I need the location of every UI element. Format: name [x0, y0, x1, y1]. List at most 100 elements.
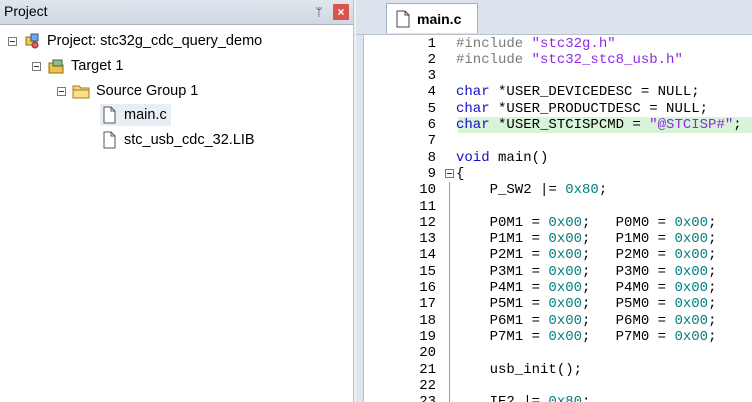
code-token: P2M1 = — [456, 247, 549, 264]
line-number: 22 — [419, 377, 436, 394]
tree-item-label: Target 1 — [71, 58, 124, 74]
pin-icon[interactable]: ᛘ — [311, 4, 327, 20]
keyword-token: char — [456, 100, 490, 117]
line-number: 3 — [427, 68, 436, 85]
tree-item-label: main.c — [124, 107, 167, 123]
project-pane-header: Project ᛘ × — [0, 0, 353, 25]
code-token: main() — [489, 149, 549, 166]
number-token: 0x00 — [674, 247, 709, 264]
tree-item-label: stc_usb_cdc_32.LIB — [124, 132, 255, 148]
number-token: 0x00 — [548, 280, 583, 296]
code-editor[interactable]: 1234567891011121314151617181920212223 #i… — [363, 35, 752, 402]
code-token: P_SW2 |= — [456, 182, 566, 199]
tree-item-target[interactable]: Target 1 — [32, 55, 123, 77]
line-number: 1 — [427, 35, 436, 52]
target-icon — [48, 59, 64, 74]
folder-icon — [72, 85, 90, 99]
preprocessor-token: #include — [456, 51, 532, 68]
number-token: 0x00 — [674, 312, 709, 329]
line-number: 23 — [364, 394, 436, 402]
code-line: P5M1 = 0x00; P5M0 = 0x00; — [456, 296, 717, 313]
code-token: ; P4M0 = — [582, 280, 675, 296]
fold-line — [449, 182, 450, 402]
line-number: 21 — [419, 361, 436, 378]
string-token: "stc32g.h" — [531, 35, 616, 52]
code-token: ; — [708, 214, 717, 231]
code-token: ; — [708, 312, 717, 329]
line-number: 10 — [419, 182, 436, 199]
project-icon — [25, 33, 39, 49]
code-token: P0M1 = — [456, 214, 549, 231]
project-pane-title: Project — [4, 3, 48, 19]
code-token: ; — [582, 394, 590, 402]
file-icon — [103, 106, 116, 124]
number-token: 0x00 — [674, 280, 709, 296]
number-token: 0x00 — [674, 214, 709, 231]
number-token: 0x00 — [548, 231, 583, 248]
code-line: P7M1 = 0x00; P7M0 = 0x00; — [456, 328, 717, 345]
collapse-icon[interactable] — [32, 61, 41, 71]
tab-main-c[interactable]: main.c — [386, 3, 478, 33]
tree-item-label: Project: stc32g_cdc_query_demo — [47, 33, 263, 49]
code-token: ; — [708, 296, 717, 313]
close-icon[interactable]: × — [333, 4, 349, 20]
line-number: 7 — [427, 133, 436, 150]
line-number: 12 — [419, 214, 436, 231]
project-pane: Project ᛘ × Project: stc32g_cdc_query_de… — [0, 0, 354, 402]
number-token: 0x00 — [548, 296, 583, 313]
code-token: ; P7M0 = — [582, 328, 675, 345]
line-number: 17 — [419, 296, 436, 313]
code-token: P3M1 = — [456, 263, 549, 280]
code-token: ; — [733, 117, 742, 133]
tree-item-project[interactable]: Project: stc32g_cdc_query_demo — [8, 30, 262, 52]
code-line: usb_init(); — [456, 361, 583, 378]
collapse-icon[interactable] — [8, 36, 17, 46]
line-number: 5 — [427, 100, 436, 117]
code-line: P6M1 = 0x00; P6M0 = 0x00; — [456, 312, 717, 329]
editor-tab-strip: main.c — [356, 0, 752, 35]
line-number: 16 — [419, 280, 436, 296]
tree-item-lib-file[interactable]: stc_usb_cdc_32.LIB — [100, 129, 255, 151]
number-token: 0x00 — [548, 263, 583, 280]
line-number-gutter: 1234567891011121314151617181920212223 — [364, 35, 444, 402]
code-token: ; P5M0 = — [582, 296, 675, 313]
number-token: 0x00 — [548, 247, 583, 264]
line-number: 11 — [419, 198, 436, 215]
code-line: { — [456, 165, 465, 182]
code-token: *USER_DEVICEDESC = NULL; — [489, 84, 700, 101]
number-token: 0x00 — [674, 296, 709, 313]
code-token: IE2 |= — [456, 394, 548, 402]
code-token: ; — [598, 182, 608, 199]
code-token: *USER_PRODUCTDESC = NULL; — [489, 100, 709, 117]
code-token: P4M1 = — [456, 280, 549, 296]
code-line: char *USER_PRODUCTDESC = NULL; — [456, 101, 708, 117]
line-number: 20 — [419, 345, 436, 362]
code-line: P1M1 = 0x00; P1M0 = 0x00; — [456, 231, 717, 248]
line-number: 13 — [419, 231, 436, 248]
line-number: 8 — [427, 149, 436, 166]
code-token: ; P1M0 = — [582, 231, 675, 248]
code-token: ; P6M0 = — [582, 312, 675, 329]
preprocessor-token: #include — [456, 35, 532, 52]
keyword-token: char — [456, 84, 490, 101]
line-number: 6 — [427, 117, 436, 133]
string-token: "stc32_stc8_usb.h" — [531, 51, 683, 68]
code-line: #include "stc32_stc8_usb.h" — [456, 52, 683, 68]
line-number: 9 — [427, 165, 436, 182]
keyword-token: char — [456, 117, 490, 133]
number-token: 0x00 — [674, 328, 709, 345]
fold-collapse-icon[interactable] — [445, 169, 454, 179]
code-token: P6M1 = — [456, 312, 549, 329]
collapse-icon[interactable] — [57, 86, 66, 96]
code-token: P5M1 = — [456, 296, 549, 313]
code-token: P7M1 = — [456, 328, 549, 345]
tree-item-main-c[interactable]: main.c — [100, 104, 171, 126]
string-token: "@STCISP#" — [649, 117, 734, 133]
code-line: IE2 |= 0x80; — [456, 394, 591, 402]
tree-item-source-group[interactable]: Source Group 1 — [57, 80, 198, 102]
number-token: 0x80 — [548, 394, 582, 402]
code-line: P0M1 = 0x00; P0M0 = 0x00; — [456, 214, 717, 231]
code-token: ; — [708, 328, 717, 345]
code-line: char *USER_STCISPCMD = "@STCISP#"; — [456, 117, 742, 133]
line-number: 4 — [427, 84, 436, 101]
